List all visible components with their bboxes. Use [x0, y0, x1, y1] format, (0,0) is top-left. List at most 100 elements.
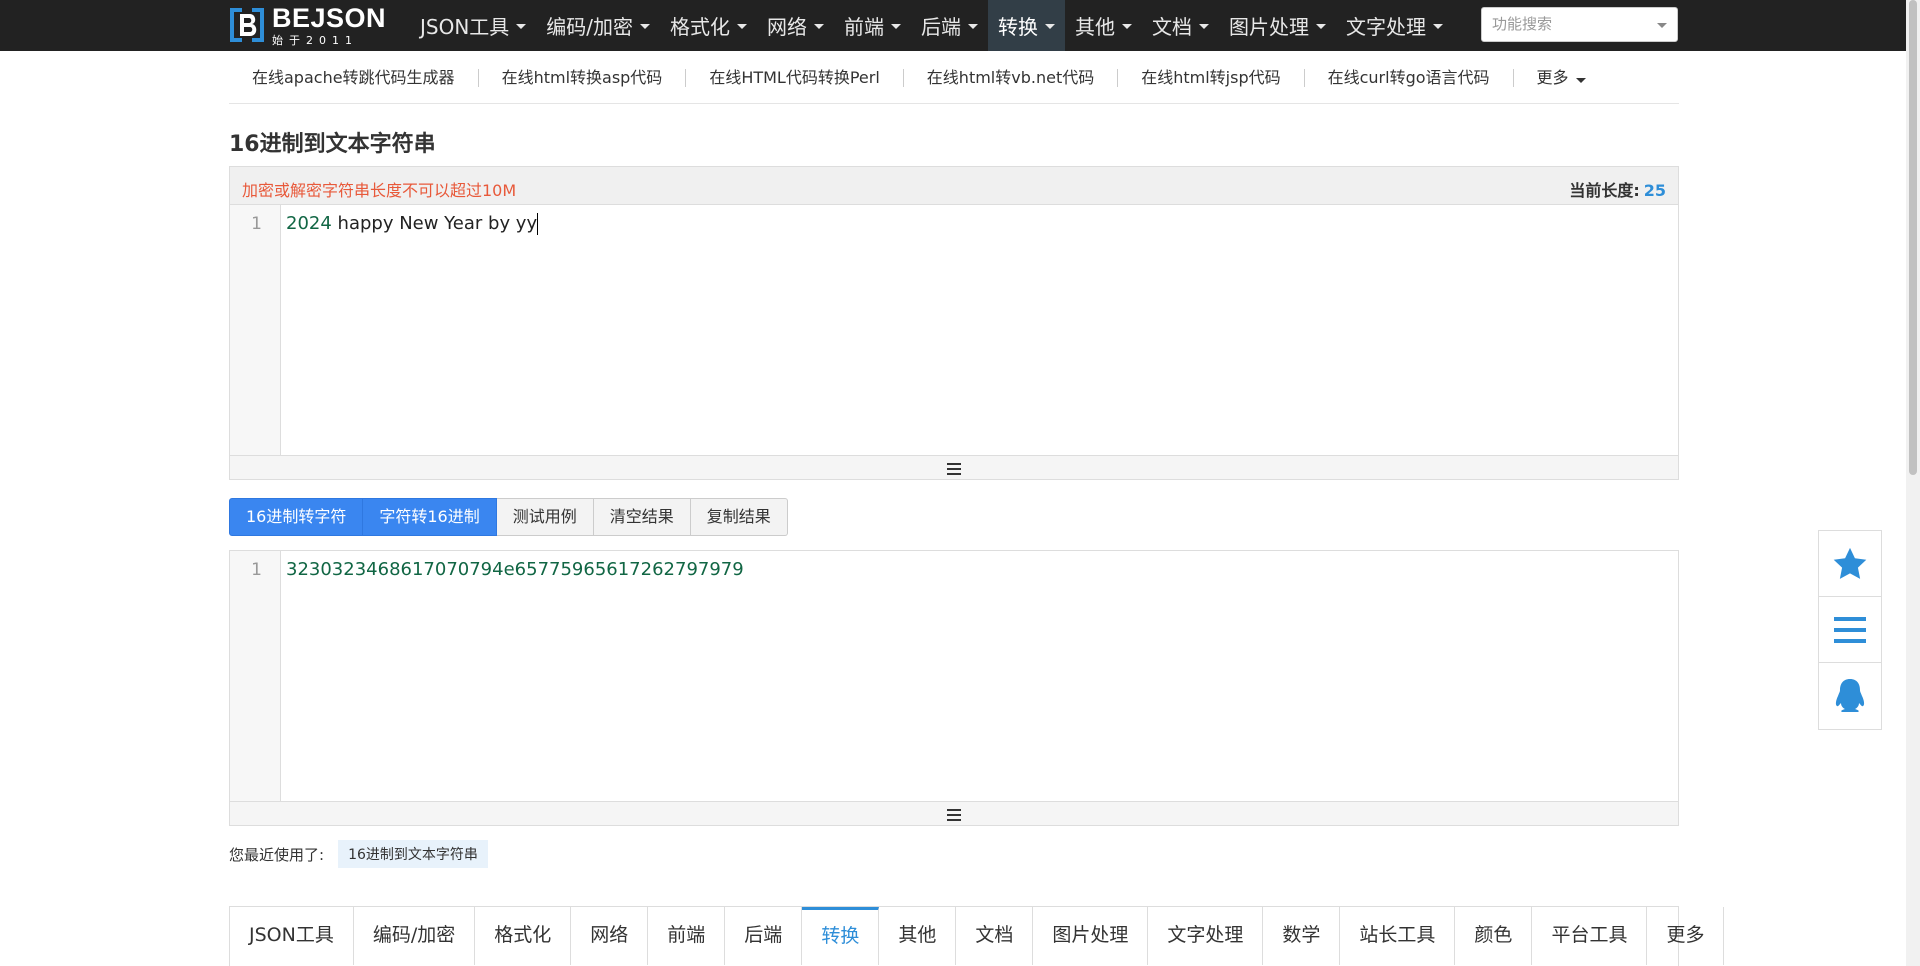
hex-to-string-button[interactable]: 16进制转字符 [229, 498, 364, 536]
caret-down-icon [1316, 24, 1327, 29]
nav-item-label: 文档 [1152, 15, 1193, 39]
nav-item-backend[interactable]: 后端 [911, 0, 988, 51]
output-resize-handle[interactable] [230, 801, 1678, 825]
nav-item-format[interactable]: 格式化 [660, 0, 757, 51]
scrollbar-thumb[interactable] [1909, 0, 1917, 475]
bejson-logo-icon [228, 6, 266, 44]
menu-button[interactable] [1819, 597, 1881, 663]
tab-docs[interactable]: 文档 [956, 907, 1034, 965]
tab-more[interactable]: 更多 [1647, 907, 1725, 965]
tab-math[interactable]: 数学 [1263, 907, 1341, 965]
nav-item-frontend[interactable]: 前端 [834, 0, 911, 51]
brand-logo[interactable]: BEJSON 始于2011 [228, 2, 386, 48]
clear-result-button[interactable]: 清空结果 [593, 498, 691, 536]
tab-encode[interactable]: 编码/加密 [354, 907, 476, 965]
caret-down-icon [640, 24, 651, 29]
output-panel: 1 3230323468617070794e657759656172627979… [229, 550, 1679, 826]
related-link[interactable]: 在线html转换asp代码 [479, 68, 687, 87]
caret-down-icon [1575, 77, 1586, 83]
brand-name: BEJSON [272, 2, 387, 33]
line-gutter: 1 [230, 205, 281, 455]
nav-item-encode[interactable]: 编码/加密 [536, 0, 660, 51]
tab-frontend[interactable]: 前端 [648, 907, 726, 965]
related-links: 在线apache转跳代码生成器 在线html转换asp代码 在线HTML代码转换… [229, 52, 1679, 104]
tab-webmaster[interactable]: 站长工具 [1340, 907, 1456, 965]
input-editor[interactable]: 1 2024 happy New Year by yy [230, 205, 1678, 455]
caret-down-icon [1433, 24, 1444, 29]
qq-contact-button[interactable] [1819, 663, 1881, 729]
tab-image[interactable]: 图片处理 [1033, 907, 1149, 965]
output-editor[interactable]: 1 3230323468617070794e657759656172627979… [230, 551, 1678, 801]
tab-json-tools[interactable]: JSON工具 [230, 907, 354, 965]
caret-down-icon [516, 24, 527, 29]
tab-network[interactable]: 网络 [571, 907, 649, 965]
search-placeholder: 功能搜索 [1492, 15, 1553, 33]
tab-other[interactable]: 其他 [879, 907, 957, 965]
caret-down-icon [891, 24, 902, 29]
length-warning: 加密或解密字符串长度不可以超过10M [242, 181, 517, 200]
caret-down-icon [968, 24, 979, 29]
nav-item-label: 后端 [921, 15, 962, 39]
tab-text[interactable]: 文字处理 [1148, 907, 1264, 965]
length-value: 25 [1643, 181, 1666, 200]
nav-item-network[interactable]: 网络 [757, 0, 834, 51]
qq-penguin-icon [1835, 679, 1865, 712]
text-cursor [537, 213, 539, 235]
more-links-dropdown[interactable]: 更多 [1514, 67, 1609, 87]
nav-item-convert[interactable]: 转换 [988, 0, 1066, 51]
chevron-down-icon [1657, 23, 1667, 28]
page-title: 16进制到文本字符串 [229, 132, 436, 157]
input-text-number: 2024 [286, 213, 332, 234]
input-panel: 加密或解密字符串长度不可以超过10M 当前长度: 25 1 2024 happy … [229, 166, 1679, 480]
line-gutter: 1 [230, 551, 281, 801]
category-tabs: JSON工具 编码/加密 格式化 网络 前端 后端 转换 其他 文档 图片处理 … [229, 906, 1725, 966]
tab-format[interactable]: 格式化 [475, 907, 572, 965]
recent-label: 您最近使用了: [229, 845, 325, 864]
caret-down-icon [737, 24, 748, 29]
nav-item-label: 格式化 [670, 15, 731, 39]
current-length: 当前长度: 25 [1569, 177, 1666, 201]
tab-platform[interactable]: 平台工具 [1532, 907, 1648, 965]
top-navbar: BEJSON 始于2011 JSON工具 编码/加密 格式化 网络 前端 后端 … [0, 0, 1920, 51]
nav-item-label: 网络 [767, 15, 808, 39]
line-number: 1 [251, 214, 262, 234]
more-label: 更多 [1536, 67, 1569, 87]
input-text-rest: happy New Year by yy [331, 213, 538, 234]
nav-item-label: JSON工具 [420, 15, 510, 39]
related-link[interactable]: 在线html转vb.net代码 [904, 68, 1119, 87]
recently-used: 您最近使用了: 16进制到文本字符串 [229, 840, 488, 868]
length-label: 当前长度: [1569, 181, 1640, 200]
caret-down-icon [1045, 24, 1056, 29]
input-resize-handle[interactable] [230, 455, 1678, 479]
nav-item-image[interactable]: 图片处理 [1219, 0, 1336, 51]
main-nav: JSON工具 编码/加密 格式化 网络 前端 后端 转换 其他 文档 图片处理 … [410, 0, 1453, 51]
tab-convert[interactable]: 转换 [802, 907, 880, 965]
copy-result-button[interactable]: 复制结果 [690, 498, 788, 536]
related-link[interactable]: 在线html转jsp代码 [1118, 68, 1305, 87]
caret-down-icon [1122, 24, 1133, 29]
floating-toolbar [1818, 530, 1882, 730]
string-to-hex-button[interactable]: 字符转16进制 [363, 498, 497, 536]
menu-icon [1834, 616, 1866, 643]
nav-item-label: 文字处理 [1346, 15, 1427, 39]
input-text[interactable]: 2024 happy New Year by yy [286, 213, 539, 235]
related-link[interactable]: 在线curl转go语言代码 [1305, 68, 1514, 87]
related-link[interactable]: 在线apache转跳代码生成器 [229, 68, 479, 87]
recent-tool-tag[interactable]: 16进制到文本字符串 [338, 840, 488, 868]
nav-item-text[interactable]: 文字处理 [1336, 0, 1453, 51]
tab-color[interactable]: 颜色 [1455, 907, 1533, 965]
related-link[interactable]: 在线HTML代码转换Perl [686, 68, 904, 87]
nav-item-other[interactable]: 其他 [1065, 0, 1142, 51]
tab-backend[interactable]: 后端 [725, 907, 803, 965]
function-search-select[interactable]: 功能搜索 [1481, 7, 1678, 42]
test-example-button[interactable]: 测试用例 [496, 498, 594, 536]
nav-item-label: 前端 [844, 15, 885, 39]
nav-item-label: 图片处理 [1229, 15, 1310, 39]
favorite-button[interactable] [1819, 531, 1881, 597]
action-buttons: 16进制转字符 字符转16进制 测试用例 清空结果 复制结果 [229, 498, 788, 536]
nav-item-label: 其他 [1075, 15, 1116, 39]
nav-item-json-tools[interactable]: JSON工具 [410, 0, 536, 51]
output-text[interactable]: 3230323468617070794e65775965617262797979 [286, 559, 744, 580]
nav-item-label: 转换 [998, 15, 1039, 39]
nav-item-docs[interactable]: 文档 [1142, 0, 1219, 51]
